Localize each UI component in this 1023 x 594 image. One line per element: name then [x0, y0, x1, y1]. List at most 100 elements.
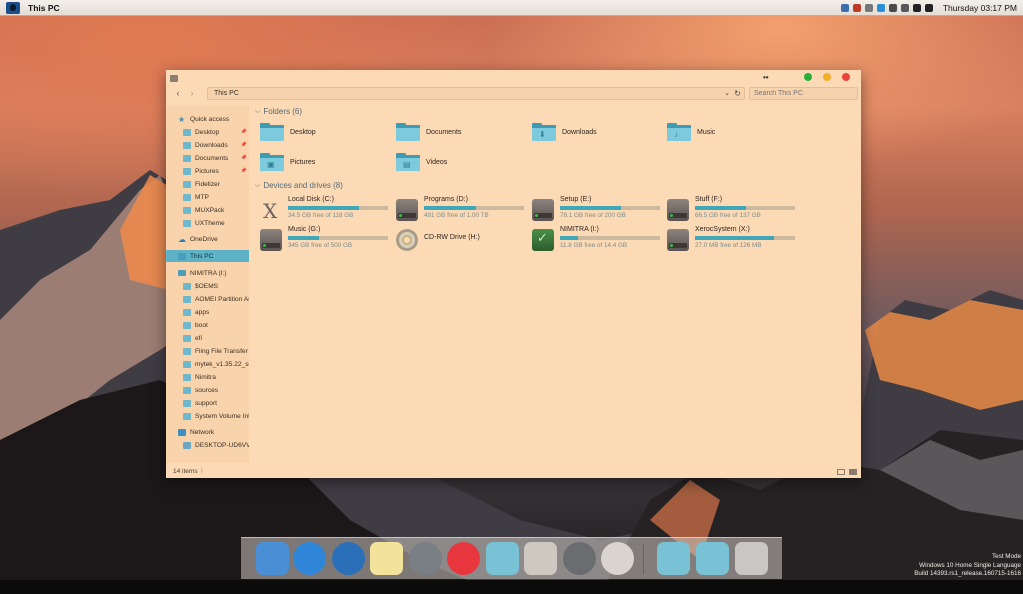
- os-x-drive-icon: [260, 199, 282, 223]
- back-arrow-icon[interactable]: ‹: [172, 87, 184, 100]
- sidebar-item[interactable]: NIMITRA (I:): [166, 267, 249, 279]
- app-store-icon[interactable]: [293, 542, 326, 575]
- search-input[interactable]: [749, 87, 858, 100]
- sidebar-item[interactable]: UXTheme: [166, 217, 249, 229]
- drive-tile[interactable]: Music (G:) 345 GB free of 500 GB: [260, 226, 390, 254]
- sidebar-item[interactable]: System Volume Information: [166, 410, 249, 422]
- drive-tile[interactable]: Programs (D:) 491 GB free of 1.00 TB: [396, 196, 526, 224]
- chevron-down-icon[interactable]: ⌄: [724, 88, 730, 100]
- folder-stack-2-icon[interactable]: [696, 542, 729, 575]
- drive-tile[interactable]: NIMITRA (I:) 11.8 GB free of 14.4 GB: [532, 226, 662, 254]
- folder-icon: ▣: [260, 153, 284, 171]
- active-app-title[interactable]: This PC: [28, 3, 60, 13]
- pin-icon[interactable]: 📌: [241, 155, 247, 161]
- sidebar-item[interactable]: Fling File Transfer Setup: [166, 345, 249, 357]
- tray-settings-icon[interactable]: [864, 3, 873, 12]
- sidebar-item[interactable]: ★ Quick access: [166, 113, 249, 125]
- system-preferences-icon[interactable]: [563, 542, 596, 575]
- sidebar-item[interactable]: sources: [166, 384, 249, 396]
- tray-usb-icon[interactable]: [900, 3, 909, 12]
- folder-archive-icon[interactable]: [486, 542, 519, 575]
- wifi-icon[interactable]: [912, 3, 921, 12]
- sidebar-item-label: MUXPack: [195, 206, 225, 214]
- forward-arrow-icon[interactable]: ›: [186, 87, 198, 100]
- sidebar-item[interactable]: mytek_v1.35.22_setup: [166, 358, 249, 370]
- drive-tile[interactable]: Setup (E:) 78.1 GB free of 200 GB: [532, 196, 662, 224]
- sidebar-item-label: support: [195, 399, 217, 407]
- sidebar-item[interactable]: Fidelizer: [166, 178, 249, 190]
- pin-icon[interactable]: 📌: [241, 129, 247, 135]
- safari-icon[interactable]: [332, 542, 365, 575]
- folder-tile[interactable]: ♪ Music: [667, 121, 715, 143]
- drive-tile[interactable]: XerocSystem (X:) 27.0 MB free of 126 MB: [667, 226, 797, 254]
- sidebar-item[interactable]: AOMEI Partition Assistant: [166, 293, 249, 305]
- sidebar-item[interactable]: Desktop 📌: [166, 126, 249, 138]
- folder-tile[interactable]: Desktop: [260, 121, 316, 143]
- sidebar-item[interactable]: MUXPack: [166, 204, 249, 216]
- tray-security-icon[interactable]: [852, 3, 861, 12]
- trash-icon[interactable]: [735, 542, 768, 575]
- address-bar[interactable]: This PC ⌄ ↻: [207, 87, 745, 100]
- refresh-icon[interactable]: ↻: [734, 88, 741, 100]
- itunes-icon[interactable]: [447, 542, 480, 575]
- drive-usage-fill: [560, 236, 578, 240]
- volume-icon[interactable]: [924, 3, 933, 12]
- tray-network-icon[interactable]: [840, 3, 849, 12]
- sidebar-item[interactable]: boot: [166, 319, 249, 331]
- folder-icon: [183, 360, 191, 368]
- sidebar-item[interactable]: $OEMS: [166, 280, 249, 292]
- maximize-button[interactable]: [804, 73, 812, 81]
- folder-tile[interactable]: ⬇ Downloads: [532, 121, 597, 143]
- drive-tile[interactable]: Stuff (F:) 66.5 GB free of 137 GB: [667, 196, 797, 224]
- tray-bluetooth-icon[interactable]: [888, 3, 897, 12]
- chevron-down-icon[interactable]: ⌵: [255, 108, 260, 116]
- folder-icon: [183, 219, 191, 227]
- folder-stack-1-icon[interactable]: [657, 542, 690, 575]
- details-view-icon[interactable]: [837, 469, 845, 475]
- drive-tile[interactable]: CD-RW Drive (H:): [396, 226, 526, 254]
- sidebar-item[interactable]: efi: [166, 332, 249, 344]
- sidebar-item[interactable]: support: [166, 397, 249, 409]
- folders-section-header[interactable]: ⌵ Folders (6): [255, 107, 302, 116]
- sidebar-item[interactable]: Downloads 📌: [166, 139, 249, 151]
- pin-icon[interactable]: 📌: [241, 168, 247, 174]
- launchpad-icon[interactable]: [409, 542, 442, 575]
- sidebar-item[interactable]: apps: [166, 306, 249, 318]
- pin-icon[interactable]: 📌: [241, 142, 247, 148]
- large-icons-view-icon[interactable]: [849, 469, 857, 475]
- sidebar-item[interactable]: Documents 📌: [166, 152, 249, 164]
- apple-menu-icon[interactable]: [6, 1, 20, 14]
- sidebar-item[interactable]: This PC: [166, 250, 249, 262]
- dock-separator: [643, 544, 644, 574]
- folder-tile[interactable]: Documents: [396, 121, 461, 143]
- chevron-down-icon[interactable]: ⌵: [255, 182, 260, 190]
- drives-section-header[interactable]: ⌵ Devices and drives (8): [255, 181, 343, 190]
- sidebar-item[interactable]: Pictures 📌: [166, 165, 249, 177]
- drive-name: Stuff (F:): [695, 196, 723, 203]
- folder-tile[interactable]: ▤ Videos: [396, 151, 447, 173]
- minimize-button[interactable]: [823, 73, 831, 81]
- sidebar-item[interactable]: Network: [166, 426, 249, 438]
- build-watermark: Test Mode Windows 10 Home Single Languag…: [914, 553, 1021, 579]
- finder-icon[interactable]: [256, 542, 289, 575]
- sidebar-item[interactable]: Nimitra: [166, 371, 249, 383]
- sidebar-item-label: Downloads: [195, 141, 228, 149]
- power-icon[interactable]: [601, 542, 634, 575]
- sidebar-item[interactable]: ☁ OneDrive: [166, 233, 249, 245]
- close-button[interactable]: [842, 73, 850, 81]
- drive-icon[interactable]: [524, 542, 557, 575]
- folder-icon: [183, 206, 191, 214]
- folder-tile[interactable]: ▣ Pictures: [260, 151, 315, 173]
- notes-icon[interactable]: [370, 542, 403, 575]
- sidebar-item[interactable]: DESKTOP-UD6VV6M: [166, 439, 249, 451]
- sidebar-item-label: efi: [195, 334, 202, 342]
- clock[interactable]: Thursday 03:17 PM: [943, 3, 1017, 13]
- drive-free-space: 34.5 GB free of 118 GB: [288, 212, 354, 219]
- title-bar[interactable]: ••: [166, 70, 861, 86]
- dock: [241, 537, 782, 579]
- drive-tile[interactable]: Local Disk (C:) 34.5 GB free of 118 GB: [260, 196, 390, 224]
- more-options-icon[interactable]: ••: [763, 73, 769, 82]
- drive-usage-bar: [695, 206, 795, 210]
- tray-skype-icon[interactable]: [876, 3, 885, 12]
- sidebar-item[interactable]: MTP: [166, 191, 249, 203]
